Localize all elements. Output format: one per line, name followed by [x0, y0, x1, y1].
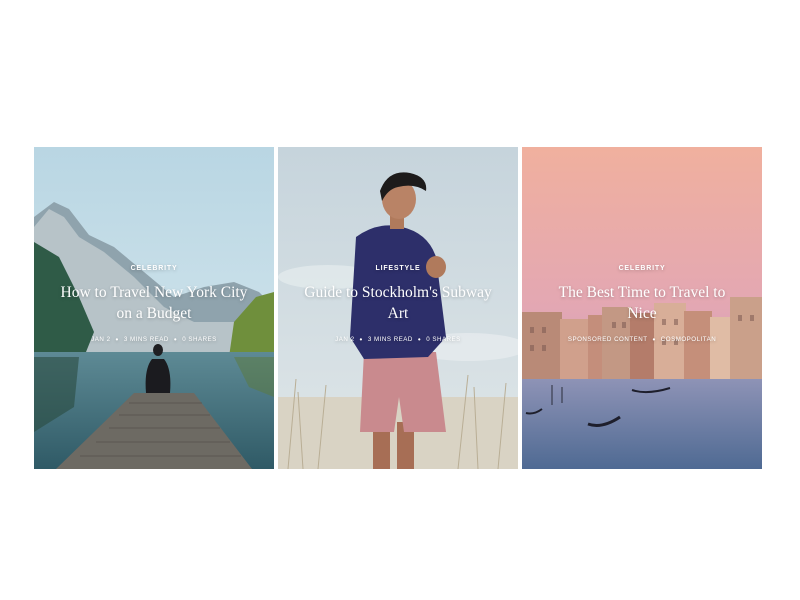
read-time: 3 Mins Read: [123, 336, 169, 343]
article-meta: Jan 2 • 3 Mins Read • 0 Shares: [34, 334, 274, 344]
article-meta: Jan 2 • 3 Mins Read • 0 Shares: [278, 334, 518, 344]
read-time: 3 Mins Read: [367, 336, 413, 343]
card-overlay: Celebrity How to Travel New York City on…: [34, 265, 274, 343]
article-title[interactable]: Guide to Stockholm's Subway Art: [278, 282, 518, 324]
article-card[interactable]: Celebrity The Best Time to Travel to Nic…: [522, 147, 762, 469]
article-title[interactable]: The Best Time to Travel to Nice: [522, 282, 762, 324]
category-label[interactable]: Celebrity: [522, 265, 762, 272]
article-card[interactable]: Lifestyle Guide to Stockholm's Subway Ar…: [278, 147, 518, 469]
sponsored-label: Sponsored Content: [567, 336, 648, 343]
article-card[interactable]: Celebrity How to Travel New York City on…: [34, 147, 274, 469]
separator-dot: •: [417, 334, 422, 344]
category-label[interactable]: Lifestyle: [278, 265, 518, 272]
share-count: 0 Shares: [426, 336, 461, 343]
category-label[interactable]: Celebrity: [34, 265, 274, 272]
separator-dot: •: [359, 334, 363, 344]
article-card-grid: Celebrity How to Travel New York City on…: [34, 147, 762, 469]
share-count: 0 Shares: [182, 336, 217, 343]
separator-dot: •: [115, 334, 119, 344]
publish-date: Jan 2: [335, 336, 355, 343]
publisher-name[interactable]: Cosmopolitan: [661, 336, 716, 343]
separator-dot: •: [173, 334, 178, 344]
card-overlay: Celebrity The Best Time to Travel to Nic…: [522, 265, 762, 343]
article-meta: Sponsored Content • Cosmopolitan: [522, 334, 762, 344]
card-overlay: Lifestyle Guide to Stockholm's Subway Ar…: [278, 265, 518, 343]
article-title[interactable]: How to Travel New York City on a Budget: [34, 282, 274, 324]
separator-dot: •: [652, 334, 656, 344]
publish-date: Jan 2: [91, 336, 111, 343]
